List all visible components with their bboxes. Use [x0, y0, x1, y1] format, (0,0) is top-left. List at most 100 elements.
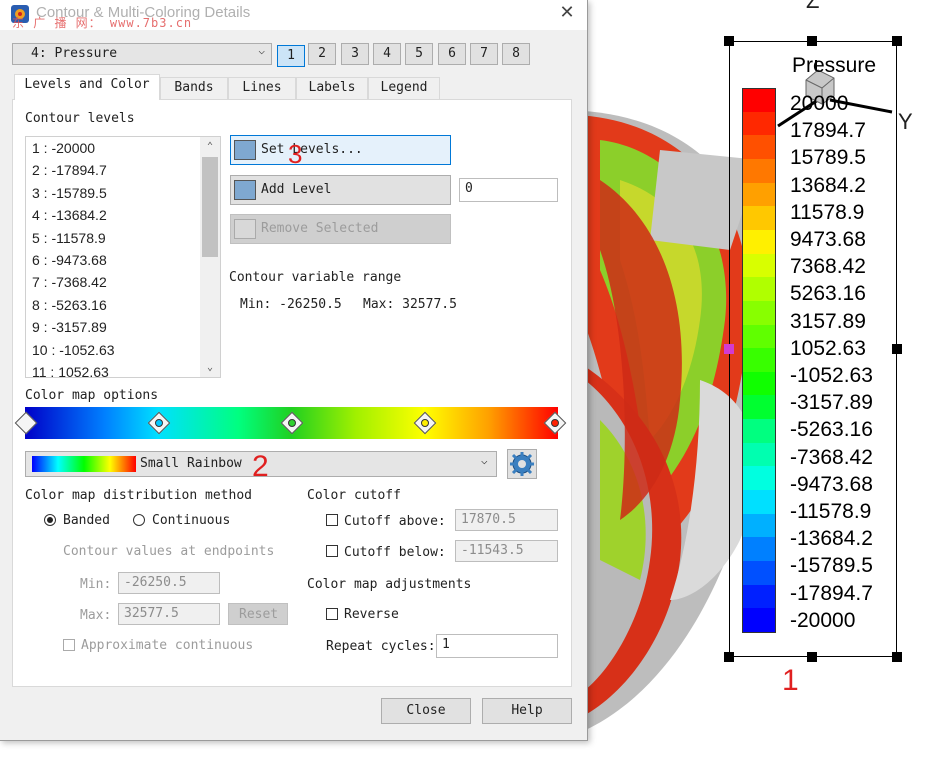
group-button-1[interactable]: 1	[277, 45, 305, 67]
legend-label: -5263.16	[790, 418, 873, 442]
legend-handle-bl[interactable]	[724, 652, 734, 662]
group-button-2[interactable]: 2	[308, 43, 336, 65]
scroll-up-icon[interactable]: ⌃	[200, 138, 220, 156]
cutoff-below-checkbox[interactable]	[326, 545, 338, 557]
colormap-swatch	[32, 456, 136, 472]
add-level-input[interactable]: 0	[459, 178, 558, 202]
reset-button: Reset	[228, 603, 288, 625]
legend-swatch	[742, 608, 776, 633]
group-button-7[interactable]: 7	[470, 43, 498, 65]
group-button-8[interactable]: 8	[502, 43, 530, 65]
add-level-button[interactable]: Add Level	[230, 175, 451, 205]
set-levels-icon	[234, 140, 256, 160]
list-item[interactable]: 9 : -3157.89	[32, 319, 107, 335]
legend-handle-br[interactable]	[892, 652, 902, 662]
legend-label: -13684.2	[790, 527, 873, 551]
legend-label: 11578.9	[790, 200, 865, 224]
reverse-checkbox[interactable]	[326, 608, 338, 620]
legend-swatch	[742, 395, 776, 420]
reverse-label: Reverse	[344, 607, 399, 622]
list-item[interactable]: 2 : -17894.7	[32, 162, 107, 178]
range-label: Contour variable range	[229, 270, 402, 285]
group-button-5[interactable]: 5	[405, 43, 433, 65]
legend-swatch	[742, 561, 776, 586]
close-button[interactable]: Close	[381, 698, 471, 724]
contour-level-list[interactable]: 1 : -20000 2 : -17894.7 3 : -15789.5 4 : -1…	[25, 136, 221, 378]
banded-radio[interactable]	[44, 514, 56, 526]
legend-handle-tl[interactable]	[724, 36, 734, 46]
list-item[interactable]: 1 : -20000	[32, 140, 95, 156]
legend-swatch	[742, 229, 776, 255]
colormap-select-value: Small Rainbow	[140, 456, 242, 471]
group-button-4[interactable]: 4	[373, 43, 401, 65]
legend-handle-ml[interactable]	[724, 344, 734, 354]
endpoint-max-field: 32577.5	[118, 603, 220, 625]
adjustments-label: Color map adjustments	[307, 577, 472, 592]
legend-label: 9473.68	[790, 228, 866, 251]
legend-label: 20000	[790, 92, 849, 115]
list-item[interactable]: 7 : -7368.42	[32, 274, 107, 290]
distribution-label: Color map distribution method	[25, 488, 252, 503]
set-levels-button[interactable]: Set Levels...	[230, 135, 451, 165]
colormap-settings-button[interactable]	[507, 449, 537, 479]
variable-select[interactable]: 4: Pressure ⌵	[12, 43, 272, 65]
legend-handle-tr[interactable]	[892, 36, 902, 46]
cutoff-above-field: 17870.5	[455, 509, 558, 531]
reset-label: Reset	[239, 607, 279, 622]
gear-icon	[510, 452, 534, 476]
scroll-down-icon[interactable]: ⌄	[200, 359, 220, 377]
cutoff-label: Color cutoff	[307, 488, 401, 503]
title-bar[interactable]: Contour & Multi-Coloring Details 东 广 播 网…	[0, 0, 587, 30]
group-button-3[interactable]: 3	[341, 43, 369, 65]
list-item[interactable]: 8 : -5263.16	[32, 297, 107, 313]
continuous-radio[interactable]	[133, 514, 145, 526]
legend-title: Pressure	[792, 54, 877, 77]
range-max: Max: 32577.5	[363, 297, 457, 312]
chevron-down-icon: ⌵	[258, 44, 265, 57]
colormap-gradient-bar[interactable]	[14, 407, 567, 439]
repeat-cycles-input[interactable]: 1	[436, 634, 558, 658]
legend-swatch	[742, 466, 776, 491]
colormap-options-label: Color map options	[25, 388, 159, 403]
legend-handle-tc[interactable]	[807, 36, 817, 46]
legend-label: 3157.89	[790, 309, 866, 333]
axis-z-label: Z	[806, 0, 820, 13]
contour-levels-label: Contour levels	[25, 111, 135, 126]
help-button[interactable]: Help	[482, 698, 572, 724]
tab-legend[interactable]: Legend	[368, 77, 440, 99]
legend-label: -9473.68	[790, 472, 873, 496]
tab-levels-and-color[interactable]: Levels and Color	[14, 74, 160, 100]
list-item[interactable]: 3 : -15789.5	[32, 185, 107, 201]
list-item[interactable]: 4 : -13684.2	[32, 207, 107, 223]
watermark-text: 东 广 播 网： www.7b3.cn	[12, 16, 193, 30]
scroll-thumb[interactable]	[202, 157, 218, 257]
legend-label: -17894.7	[790, 581, 873, 605]
tab-labels[interactable]: Labels	[296, 77, 368, 99]
close-icon[interactable]: ✕	[556, 2, 578, 24]
legend-handle-mr[interactable]	[892, 344, 902, 354]
legend-label: 7368.42	[790, 255, 866, 279]
gradient-handle[interactable]	[413, 411, 437, 435]
list-item[interactable]: 5 : -11578.9	[32, 230, 106, 246]
repeat-cycles-label: Repeat cycles:	[326, 639, 436, 654]
tab-bands[interactable]: Bands	[160, 77, 228, 99]
legend-swatch	[742, 442, 776, 468]
tab-lines[interactable]: Lines	[228, 77, 296, 99]
legend-label: 17894.7	[790, 119, 866, 143]
range-min: Min: -26250.5	[240, 297, 342, 312]
approx-continuous-checkbox	[63, 639, 75, 651]
cutoff-above-checkbox[interactable]	[326, 514, 338, 526]
list-item[interactable]: 10 : -1052.63	[32, 342, 115, 358]
list-item[interactable]: 6 : -9473.68	[32, 252, 107, 268]
cutoff-above-label: Cutoff above:	[344, 514, 446, 529]
legend-handle-bc[interactable]	[807, 652, 817, 662]
gradient-handle[interactable]	[280, 411, 304, 435]
list-item[interactable]: 11 : 1052.63	[32, 364, 109, 377]
legend-label: -1052.63	[790, 364, 873, 387]
legend-swatch	[742, 158, 776, 184]
list-scrollbar[interactable]: ⌃ ⌄	[200, 137, 220, 377]
legend-label: -11578.9	[790, 500, 872, 523]
group-button-6[interactable]: 6	[438, 43, 466, 65]
legend-swatch	[742, 371, 776, 397]
gradient-handle[interactable]	[147, 411, 171, 435]
